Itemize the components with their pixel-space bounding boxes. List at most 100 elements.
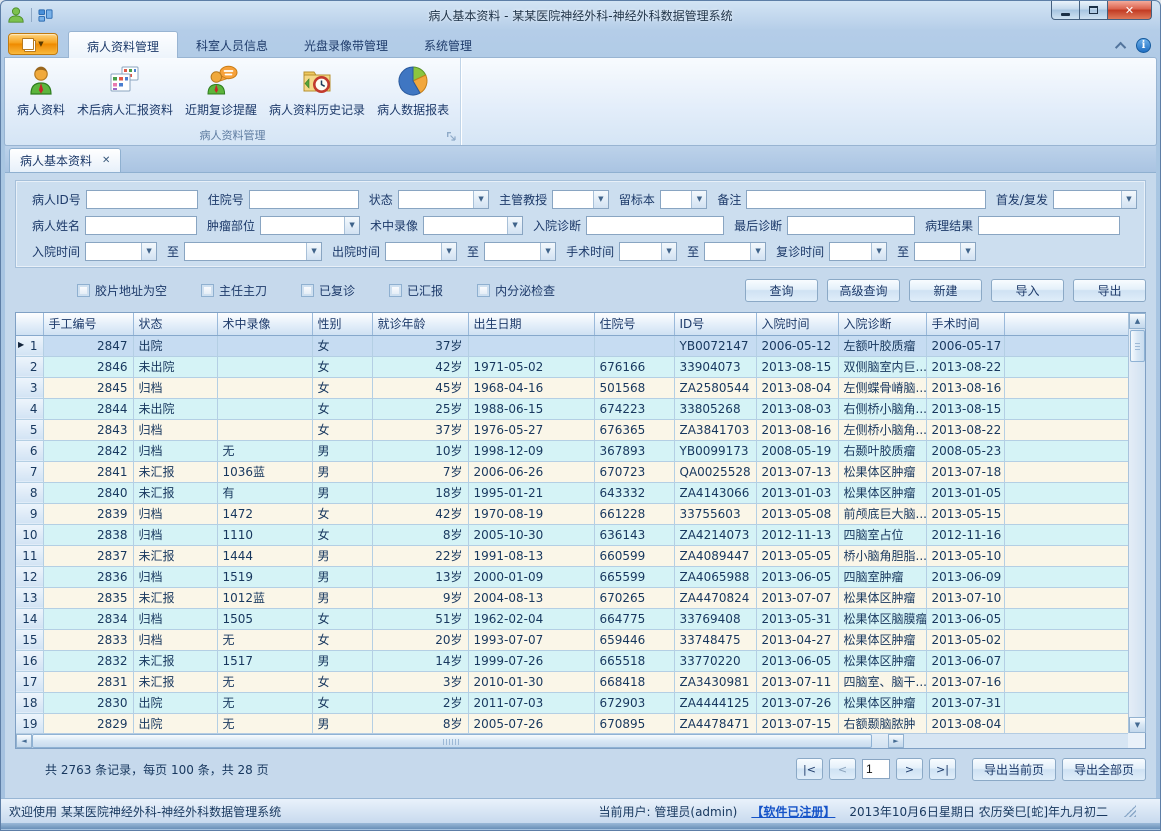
column-header[interactable]: 住院号 bbox=[594, 313, 674, 335]
chevron-down-icon[interactable]: ▼ bbox=[306, 243, 321, 260]
table-row[interactable]: 122836归档1519男13岁2000-01-09665599ZA406598… bbox=[16, 566, 1128, 587]
table-row[interactable]: 192829出院无男8岁2005-07-26670895ZA4478471201… bbox=[16, 713, 1128, 734]
row-header[interactable]: 17 bbox=[16, 671, 43, 692]
combo-field[interactable]: ▼ bbox=[660, 190, 708, 209]
row-header[interactable]: 13 bbox=[16, 587, 43, 608]
page-input[interactable] bbox=[862, 759, 890, 779]
table-row[interactable]: 132835未汇报1012蓝男9岁2004-08-13670265ZA44708… bbox=[16, 587, 1128, 608]
row-header[interactable]: 14 bbox=[16, 608, 43, 629]
table-row[interactable]: 182830出院无女2岁2011-07-03672903ZA4444125201… bbox=[16, 692, 1128, 713]
tab-patient-basic-info[interactable]: 病人基本资料 ✕ bbox=[9, 148, 121, 172]
checkbox-icon[interactable] bbox=[301, 284, 314, 297]
column-header[interactable]: ID号 bbox=[674, 313, 756, 335]
table-row[interactable]: 82840未汇报有男18岁1995-01-21643332ZA414306620… bbox=[16, 482, 1128, 503]
row-header[interactable]: ▶1 bbox=[16, 335, 43, 356]
chevron-down-icon[interactable]: ▼ bbox=[593, 191, 608, 208]
row-header[interactable]: 3 bbox=[16, 377, 43, 398]
combo-field[interactable]: ▼ bbox=[914, 242, 976, 261]
table-row[interactable]: 162832未汇报1517男14岁1999-07-266655183377022… bbox=[16, 650, 1128, 671]
table-row[interactable]: 152833归档无女20岁1993-07-0765944633748475201… bbox=[16, 629, 1128, 650]
scroll-right-icon[interactable]: ► bbox=[888, 734, 904, 748]
checkbox-icon[interactable] bbox=[477, 284, 490, 297]
chevron-down-icon[interactable]: ▼ bbox=[960, 243, 975, 260]
info-icon[interactable]: i bbox=[1136, 38, 1151, 53]
text-field[interactable] bbox=[85, 216, 197, 235]
table-row[interactable]: 42844未出院女25岁1988-06-15674223338052682013… bbox=[16, 398, 1128, 419]
combo-field[interactable]: ▼ bbox=[184, 242, 322, 261]
action-button[interactable]: 查询 bbox=[745, 279, 818, 302]
chevron-down-icon[interactable]: ▼ bbox=[661, 243, 676, 260]
combo-field[interactable]: ▼ bbox=[619, 242, 677, 261]
scroll-down-icon[interactable]: ▼ bbox=[1129, 717, 1146, 733]
export-current-page-button[interactable]: 导出当前页 bbox=[972, 758, 1056, 781]
export-all-pages-button[interactable]: 导出全部页 bbox=[1062, 758, 1146, 781]
table-row[interactable]: 22846未出院女42岁1971-05-02676166339040732013… bbox=[16, 356, 1128, 377]
table-row[interactable]: 62842归档无男10岁1998-12-09367893YB0099173200… bbox=[16, 440, 1128, 461]
combo-field[interactable]: ▼ bbox=[484, 242, 556, 261]
chevron-down-icon[interactable]: ▼ bbox=[344, 217, 359, 234]
text-field[interactable] bbox=[586, 216, 724, 235]
action-button[interactable]: 新建 bbox=[909, 279, 982, 302]
ribbon-button[interactable]: 病人资料历史记录 bbox=[263, 62, 371, 120]
table-row[interactable]: 92839归档1472女42岁1970-08-19661228337556032… bbox=[16, 503, 1128, 524]
column-header[interactable]: 性别 bbox=[312, 313, 372, 335]
combo-field[interactable]: ▼ bbox=[260, 216, 360, 235]
text-field[interactable] bbox=[978, 216, 1120, 235]
chevron-down-icon[interactable]: ▼ bbox=[871, 243, 886, 260]
chevron-down-icon[interactable]: ▼ bbox=[141, 243, 156, 260]
text-field[interactable] bbox=[249, 190, 359, 209]
row-header[interactable]: 7 bbox=[16, 461, 43, 482]
action-button[interactable]: 高级查询 bbox=[827, 279, 900, 302]
vertical-scroll-thumb[interactable] bbox=[1130, 330, 1145, 362]
ribbon-tab[interactable]: 科室人员信息 bbox=[178, 31, 286, 57]
text-field[interactable] bbox=[86, 190, 198, 209]
row-header[interactable]: 15 bbox=[16, 629, 43, 650]
filter-checkbox[interactable]: 胶片地址为空 bbox=[77, 282, 167, 299]
horizontal-scroll-thumb[interactable] bbox=[32, 734, 872, 748]
last-page-button[interactable]: >| bbox=[929, 758, 956, 780]
row-header[interactable]: 9 bbox=[16, 503, 43, 524]
app-menu-button[interactable]: ▼ bbox=[8, 33, 58, 55]
horizontal-scrollbar[interactable]: ◄ ► bbox=[16, 733, 1128, 748]
chevron-down-icon[interactable]: ▼ bbox=[441, 243, 456, 260]
combo-field[interactable]: ▼ bbox=[1053, 190, 1137, 209]
prev-page-button[interactable]: < bbox=[829, 758, 856, 780]
app-logo-icon[interactable] bbox=[7, 6, 25, 24]
text-field[interactable] bbox=[746, 190, 986, 209]
row-header[interactable]: 10 bbox=[16, 524, 43, 545]
row-header[interactable]: 4 bbox=[16, 398, 43, 419]
ribbon-tab[interactable]: 病人资料管理 bbox=[68, 31, 178, 58]
minimize-button[interactable] bbox=[1051, 1, 1080, 20]
maximize-button[interactable] bbox=[1079, 1, 1108, 20]
next-page-button[interactable]: > bbox=[896, 758, 923, 780]
table-row[interactable]: 102838归档1110女8岁2005-10-30636143ZA4214073… bbox=[16, 524, 1128, 545]
quick-access-icon[interactable] bbox=[38, 8, 53, 23]
scroll-up-icon[interactable]: ▲ bbox=[1129, 313, 1146, 329]
column-header[interactable]: 手工编号 bbox=[43, 313, 133, 335]
column-header[interactable]: 手术时间 bbox=[926, 313, 1004, 335]
column-header[interactable]: 就诊年龄 bbox=[372, 313, 468, 335]
table-row[interactable]: 142834归档1505女51岁1962-02-0466477533769408… bbox=[16, 608, 1128, 629]
ribbon-button[interactable]: 病人资料 bbox=[11, 62, 71, 120]
column-header[interactable]: 入院时间 bbox=[756, 313, 838, 335]
resize-grip[interactable] bbox=[1124, 805, 1136, 817]
combo-field[interactable]: ▼ bbox=[704, 242, 766, 261]
table-row[interactable]: ▶12847出院女37岁YB00721472006-05-12左额叶胶质瘤200… bbox=[16, 335, 1128, 356]
combo-field[interactable]: ▼ bbox=[398, 190, 489, 209]
chevron-down-icon[interactable]: ▼ bbox=[691, 191, 706, 208]
registered-link[interactable]: 【软件已注册】 bbox=[751, 803, 835, 820]
ribbon-button[interactable]: 近期复诊提醒 bbox=[179, 62, 263, 120]
row-header[interactable]: 5 bbox=[16, 419, 43, 440]
action-button[interactable]: 导入 bbox=[991, 279, 1064, 302]
combo-field[interactable]: ▼ bbox=[552, 190, 609, 209]
scroll-left-icon[interactable]: ◄ bbox=[16, 734, 32, 748]
chevron-down-icon[interactable]: ▼ bbox=[507, 217, 522, 234]
row-header[interactable]: 8 bbox=[16, 482, 43, 503]
row-header[interactable]: 6 bbox=[16, 440, 43, 461]
column-header[interactable] bbox=[16, 313, 43, 335]
chevron-down-icon[interactable]: ▼ bbox=[473, 191, 488, 208]
table-row[interactable]: 72841未汇报1036蓝男7岁2006-06-26670723QA002552… bbox=[16, 461, 1128, 482]
combo-field[interactable]: ▼ bbox=[423, 216, 523, 235]
column-header[interactable]: 出生日期 bbox=[468, 313, 594, 335]
row-header[interactable]: 16 bbox=[16, 650, 43, 671]
